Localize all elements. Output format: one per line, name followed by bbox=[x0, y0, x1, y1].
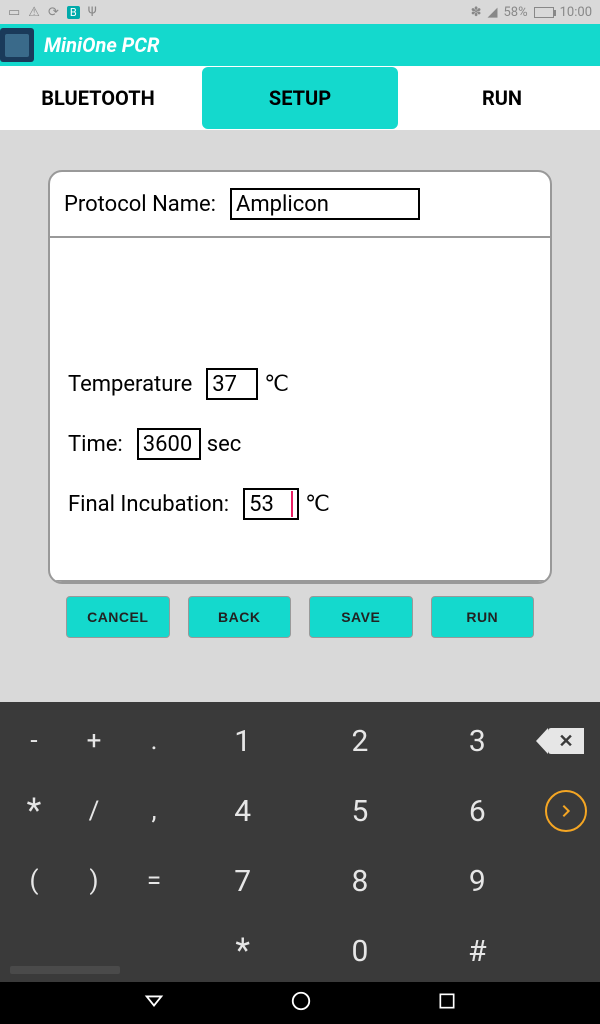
key-4[interactable]: 4 bbox=[184, 776, 301, 846]
spacebar[interactable] bbox=[4, 916, 124, 986]
protocol-name-input[interactable] bbox=[230, 188, 420, 220]
app-notif-icon: B bbox=[67, 6, 80, 19]
nav-bar bbox=[0, 982, 600, 1024]
app-title: MiniOne PCR bbox=[44, 33, 159, 57]
key-6[interactable]: 6 bbox=[419, 776, 536, 846]
square-recent-icon bbox=[437, 991, 457, 1011]
key-dot[interactable]: . bbox=[124, 706, 184, 776]
signal-icon: ◢ bbox=[487, 5, 497, 20]
tab-run[interactable]: RUN bbox=[404, 86, 600, 110]
status-icon: ▭ bbox=[8, 5, 20, 20]
key-plus[interactable]: + bbox=[64, 706, 124, 776]
time-unit: sec bbox=[207, 432, 242, 457]
time-label: Time: bbox=[68, 432, 123, 457]
final-incubation-input[interactable] bbox=[243, 488, 299, 520]
key-8[interactable]: 8 bbox=[301, 846, 418, 916]
tabs-row: BLUETOOTH SETUP RUN bbox=[0, 66, 600, 130]
save-button[interactable]: SAVE bbox=[309, 596, 413, 638]
action-buttons: CANCEL BACK SAVE RUN bbox=[48, 584, 552, 644]
app-header: MiniOne PCR bbox=[0, 24, 600, 66]
protocol-name-label: Protocol Name: bbox=[64, 192, 216, 217]
protocol-name-section: Protocol Name: bbox=[50, 172, 550, 238]
back-button[interactable]: BACK bbox=[188, 596, 292, 638]
key-1[interactable]: 1 bbox=[184, 706, 301, 776]
key-0[interactable]: 0 bbox=[301, 916, 418, 986]
key-minus[interactable]: - bbox=[4, 706, 64, 776]
circle-home-icon bbox=[290, 990, 312, 1012]
temperature-input[interactable] bbox=[206, 368, 258, 400]
key-slash[interactable]: / bbox=[64, 776, 124, 846]
tab-setup[interactable]: SETUP bbox=[202, 67, 398, 129]
setup-card: Protocol Name: Temperature ℃ Time: sec F… bbox=[48, 170, 552, 584]
nav-back[interactable] bbox=[143, 990, 165, 1016]
key-rparen[interactable]: ) bbox=[64, 846, 124, 916]
clock: 10:00 bbox=[560, 5, 592, 20]
protocol-body: Temperature ℃ Time: sec Final Incubation… bbox=[50, 238, 550, 582]
key-lparen[interactable]: ( bbox=[4, 846, 64, 916]
app-icon bbox=[0, 28, 34, 62]
temperature-label: Temperature bbox=[68, 372, 192, 397]
nav-recent[interactable] bbox=[437, 991, 457, 1015]
time-input[interactable] bbox=[137, 428, 201, 460]
key-star[interactable]: * bbox=[184, 916, 301, 986]
battery-icon bbox=[534, 7, 554, 18]
key-equals[interactable]: = bbox=[124, 846, 184, 916]
key-comma[interactable]: , bbox=[124, 776, 184, 846]
key-hash[interactable]: # bbox=[419, 916, 536, 986]
final-incubation-unit: ℃ bbox=[305, 492, 330, 517]
key-7[interactable]: 7 bbox=[184, 846, 301, 916]
final-incubation-label: Final Incubation: bbox=[68, 492, 229, 517]
key-3[interactable]: 3 bbox=[419, 706, 536, 776]
numeric-keyboard: - + . 1 2 3 ✕ * / , 4 5 6 bbox=[0, 702, 600, 986]
nav-home[interactable] bbox=[290, 990, 312, 1016]
sync-icon: ⟳ bbox=[48, 5, 59, 20]
warning-icon: ⚠ bbox=[28, 5, 40, 20]
bluetooth-icon: ✽ bbox=[471, 5, 482, 20]
tab-bluetooth[interactable]: BLUETOOTH bbox=[0, 86, 196, 110]
next-key[interactable] bbox=[545, 790, 587, 832]
temperature-unit: ℃ bbox=[264, 372, 289, 397]
cancel-button[interactable]: CANCEL bbox=[66, 596, 170, 638]
triangle-back-icon bbox=[143, 990, 165, 1012]
status-bar: ▭ ⚠ ⟳ B Ψ ✽ ◢ 58% 10:00 bbox=[0, 0, 600, 24]
run-button[interactable]: RUN bbox=[431, 596, 535, 638]
key-5[interactable]: 5 bbox=[301, 776, 418, 846]
backspace-key[interactable]: ✕ bbox=[548, 728, 584, 754]
chevron-right-icon bbox=[558, 803, 574, 819]
key-2[interactable]: 2 bbox=[301, 706, 418, 776]
battery-label: 58% bbox=[503, 5, 527, 20]
key-asterisk[interactable]: * bbox=[4, 776, 64, 846]
usb-icon: Ψ bbox=[88, 5, 97, 20]
key-9[interactable]: 9 bbox=[419, 846, 536, 916]
